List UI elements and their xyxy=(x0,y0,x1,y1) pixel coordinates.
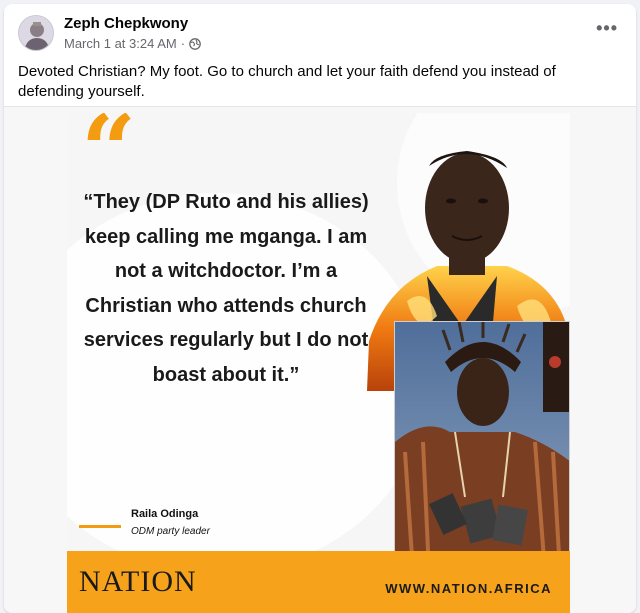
speaker-costume-photo xyxy=(394,321,570,571)
meta-separator: · xyxy=(180,36,186,51)
more-options-button[interactable]: ••• xyxy=(596,18,618,39)
avatar-image xyxy=(19,16,53,50)
costume-illustration xyxy=(395,322,569,570)
speaker-name: Raila Odinga xyxy=(131,508,199,520)
author-name[interactable]: Zeph Chepkwony xyxy=(64,15,188,32)
website-url: WWW.NATION.AFRICA xyxy=(385,581,552,596)
nation-logo: NATION xyxy=(79,565,197,598)
post-image[interactable]: “ “They (DP Ruto and his allies) keep ca… xyxy=(4,106,636,613)
speaker-title: ODM party leader xyxy=(131,526,210,537)
facebook-post: Zeph Chepkwony March 1 at 3:24 AM · ••• … xyxy=(4,4,636,613)
signature-accent-line xyxy=(79,525,121,528)
author-avatar[interactable] xyxy=(18,15,54,51)
brand-banner: NATION WWW.NATION.AFRICA xyxy=(67,551,570,613)
quote-card: “ “They (DP Ruto and his allies) keep ca… xyxy=(67,113,570,613)
quote-text: “They (DP Ruto and his allies) keep call… xyxy=(83,191,369,386)
globe-icon[interactable] xyxy=(189,37,201,50)
post-meta: March 1 at 3:24 AM · xyxy=(64,36,201,51)
post-text: Devoted Christian? My foot. Go to church… xyxy=(18,63,556,100)
post-timestamp[interactable]: March 1 at 3:24 AM xyxy=(64,36,177,51)
post-header: Zeph Chepkwony March 1 at 3:24 AM · ••• xyxy=(4,4,636,60)
